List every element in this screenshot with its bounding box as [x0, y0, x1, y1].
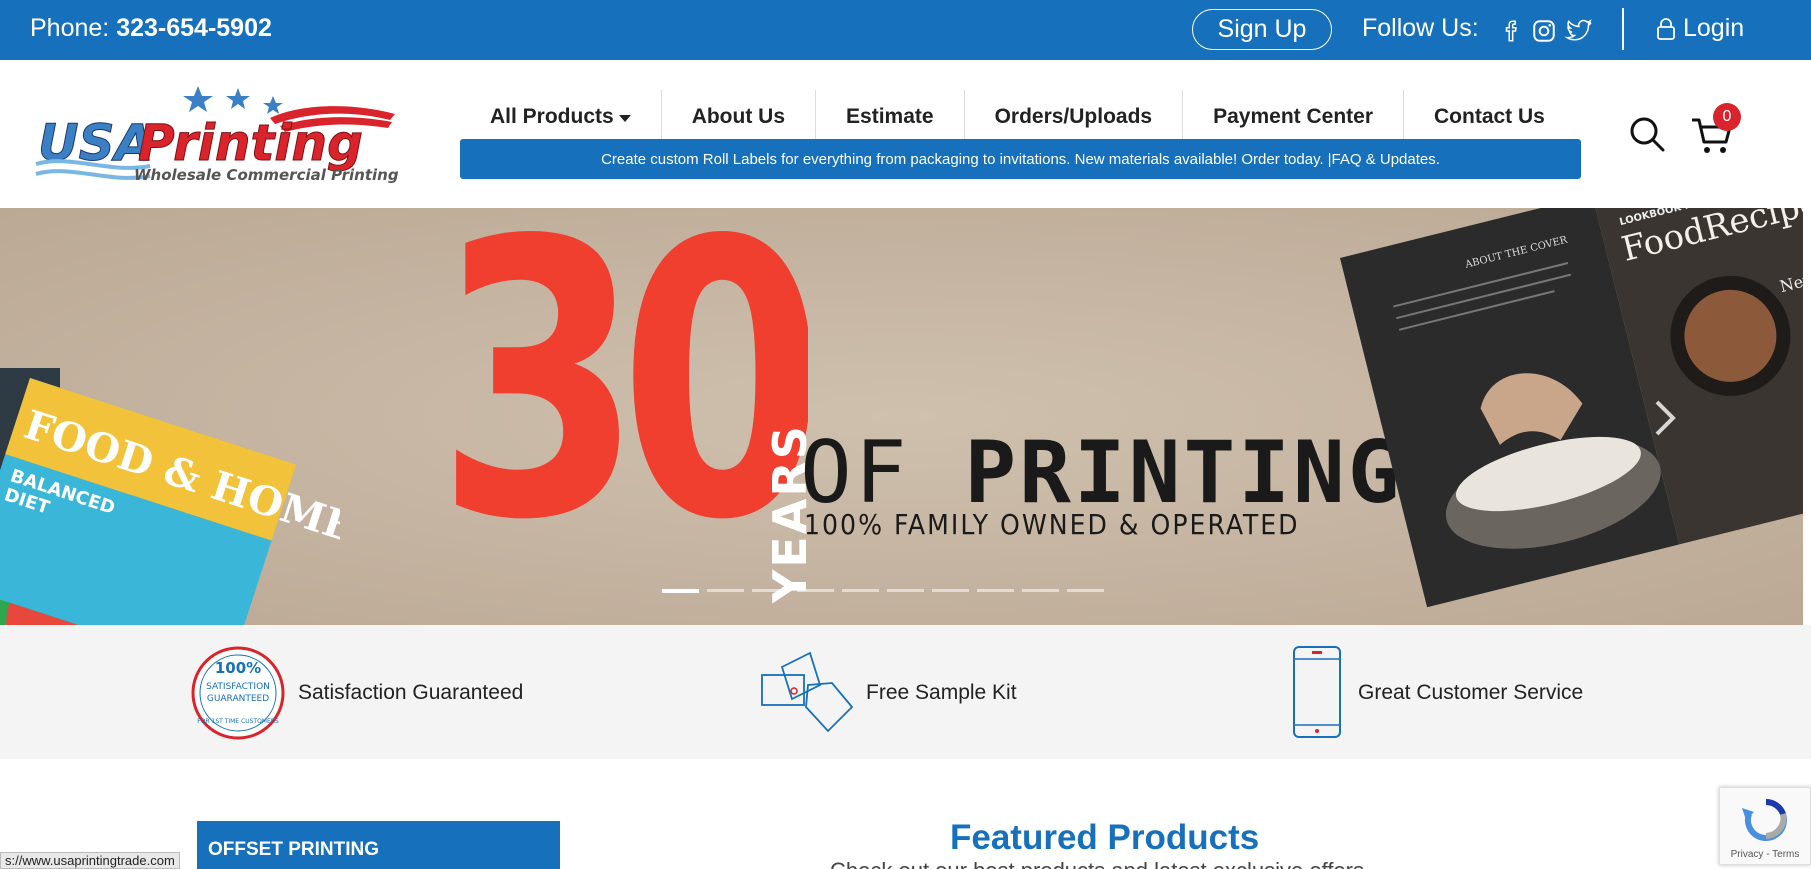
logo-tagline: Wholesale Commercial Printing	[134, 166, 399, 184]
phone-info[interactable]: Phone: 323-654-5902	[30, 14, 272, 43]
mobile-phone-icon	[1293, 646, 1341, 738]
carousel-next-arrow[interactable]	[1653, 398, 1677, 438]
nav-about-us[interactable]: About Us	[662, 90, 817, 144]
sample-kit-icon	[761, 651, 854, 733]
feature-satisfaction: 100% SATISFACTION GUARANTEED FOR 1ST TIM…	[190, 645, 523, 741]
carousel-dot[interactable]	[1022, 589, 1059, 592]
featured-products-title: Featured Products	[950, 818, 1260, 857]
carousel-indicators	[662, 589, 1104, 593]
sidebar-category-offset-printing[interactable]: OFFSET PRINTING	[197, 821, 560, 869]
search-icon[interactable]	[1628, 115, 1666, 153]
carousel-dot[interactable]	[1067, 589, 1104, 592]
food-recipe-magazine-image: ABOUT THE COVER LOOKBOOK MAGAZINE FoodRe…	[1340, 208, 1803, 608]
faq-updates-link[interactable]: FAQ & Updates.	[1332, 151, 1440, 168]
instagram-icon[interactable]	[1531, 18, 1557, 44]
sign-up-button[interactable]: Sign Up	[1192, 9, 1332, 50]
login-label: Login	[1683, 14, 1745, 42]
badge-top-text: 100%	[215, 659, 261, 677]
status-bar-url: s://www.usaprintingtrade.com	[0, 852, 180, 869]
recaptcha-badge[interactable]: Privacy - Terms	[1719, 787, 1811, 865]
usa-printing-logo[interactable]: USA Printing Wholesale Commercial Printi…	[30, 74, 410, 184]
carousel-dot[interactable]	[752, 589, 789, 592]
carousel-dot[interactable]	[707, 589, 744, 592]
badge-mid1-text: SATISFACTION	[206, 682, 270, 692]
food-home-magazine-image: pe FOOD & HOME BALANCED DIET	[0, 368, 340, 625]
facebook-icon[interactable]	[1500, 18, 1526, 44]
nav-estimate[interactable]: Estimate	[816, 90, 965, 144]
carousel-dot[interactable]	[797, 589, 834, 592]
carousel-dot[interactable]	[977, 589, 1014, 592]
logo-printing-text: Printing	[138, 114, 363, 172]
recaptcha-icon	[1742, 798, 1787, 841]
carousel-dot[interactable]	[842, 589, 879, 592]
login-link[interactable]: Login	[1655, 14, 1744, 43]
announcement-bar: Create custom Roll Labels for everything…	[460, 139, 1581, 179]
satisfaction-guarantee-icon: 100% SATISFACTION GUARANTEED FOR 1ST TIM…	[191, 646, 285, 740]
feature-customer-service: Great Customer Service	[1290, 645, 1583, 741]
nav-contact-us[interactable]: Contact Us	[1404, 90, 1575, 144]
announcement-text: Create custom Roll Labels for everything…	[601, 150, 1324, 168]
main-nav: All Products About Us Estimate Orders/Up…	[460, 90, 1575, 144]
badge-mid2-text: GUARANTEED	[207, 694, 269, 704]
nav-orders-uploads[interactable]: Orders/Uploads	[965, 90, 1184, 144]
feature-customer-service-label: Great Customer Service	[1358, 681, 1584, 704]
recaptcha-links[interactable]: Privacy - Terms	[1720, 849, 1810, 860]
hero-30-graphic: 30	[448, 208, 808, 603]
twitter-icon[interactable]	[1564, 18, 1594, 44]
caret-down-icon	[618, 114, 631, 122]
site-header: USA Printing Wholesale Commercial Printi…	[0, 60, 1811, 208]
nav-all-products[interactable]: All Products	[460, 90, 662, 144]
top-bar: Phone: 323-654-5902 Sign Up Follow Us: L…	[0, 0, 1811, 60]
nav-all-products-label: All Products	[490, 105, 614, 128]
featured-products-subtitle: Check out our best products and latest e…	[830, 858, 1364, 869]
carousel-dot[interactable]	[932, 589, 969, 592]
top-bar-divider	[1622, 8, 1624, 50]
feature-sample-kit-label: Free Sample Kit	[866, 681, 1017, 704]
lock-icon	[1657, 17, 1675, 40]
phone-number[interactable]: 323-654-5902	[116, 14, 272, 42]
carousel-dot[interactable]	[887, 589, 924, 592]
follow-us-label: Follow Us:	[1362, 14, 1479, 42]
hero-subline: 100% FAMILY OWNED & OPERATED	[804, 508, 1300, 541]
feature-sample-kit: Free Sample Kit	[758, 645, 1017, 741]
features-strip: 100% SATISFACTION GUARANTEED FOR 1ST TIM…	[0, 625, 1811, 759]
feature-satisfaction-label: Satisfaction Guaranteed	[298, 681, 524, 704]
hero-carousel[interactable]: pe FOOD & HOME BALANCED DIET 30 YEARS OF…	[0, 208, 1803, 625]
hero-big-number: 30	[448, 208, 808, 603]
phone-label: Phone:	[30, 14, 110, 42]
cart-count-badge: 0	[1713, 103, 1741, 131]
carousel-dot[interactable]	[662, 589, 699, 593]
nav-payment-center[interactable]: Payment Center	[1183, 90, 1404, 144]
badge-bottom-text: FOR 1ST TIME CUSTOMERS	[197, 718, 279, 725]
